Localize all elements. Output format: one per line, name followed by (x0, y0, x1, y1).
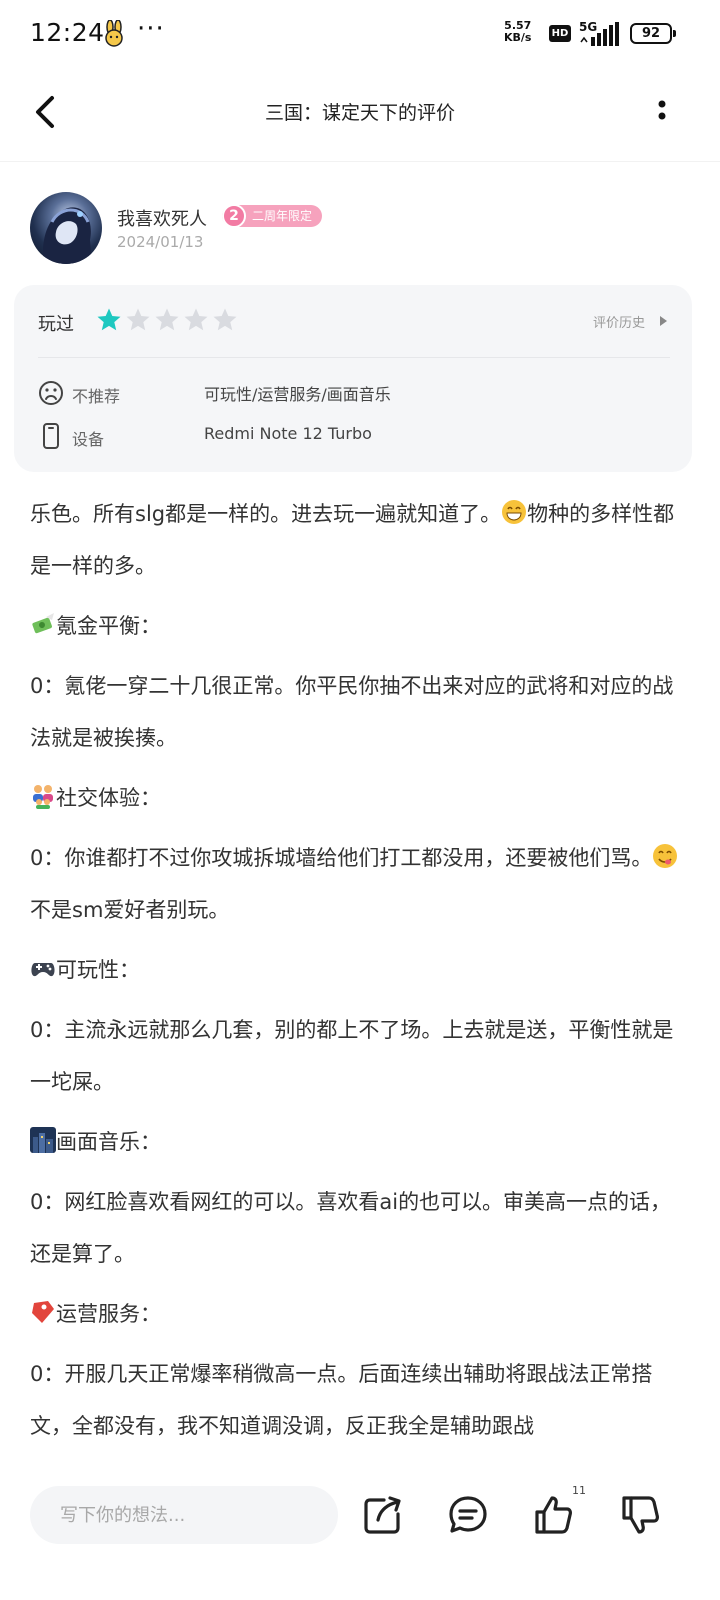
review-paragraph: 0：主流永远就那么几套，别的都上不了场。上去就是送，平衡性就是一坨屎。 (30, 1018, 674, 1094)
page-title: 三国：谋定天下的评价 (264, 102, 455, 124)
signal-icon (580, 22, 619, 46)
star-empty-icon (184, 308, 208, 331)
star-empty-icon (126, 308, 150, 331)
review-text: 乐色。所有slg都是一样的。进去玩一遍就知道了。 物种的多样性都是一样的多。 氪金… (30, 488, 690, 1460)
more-vertical-icon[interactable] (648, 92, 676, 132)
bottom-action-bar: 11 (0, 1462, 720, 1600)
yum-emoji-icon (653, 844, 678, 868)
like-count: 11 (572, 1484, 586, 1497)
review-paragraph: 0：你谁都打不过你攻城拆城墙给他们打工都没用，还要被他们骂。不是sm爱好者别玩。 (30, 832, 690, 936)
author-name[interactable]: 我喜欢死人 (117, 205, 207, 231)
badge-text: 二周年限定 (252, 209, 313, 223)
post-date: 2024/01/13 (117, 233, 204, 251)
sad-face-icon (39, 381, 63, 405)
bunny-notification-icon (105, 20, 123, 47)
avatar-image (43, 207, 92, 264)
comment-icon[interactable] (447, 1494, 489, 1536)
comment-input[interactable] (30, 1486, 338, 1544)
network-speed: 5.57 KB/s (504, 19, 532, 44)
money-wings-emoji-icon (32, 613, 54, 634)
section-heading: 运营服务： (30, 1288, 690, 1340)
rating-card: 玩过 评价历史 不推荐 可玩性/运营服务/画面音乐 设备 Redmi Note … (14, 285, 692, 472)
review-paragraph: 0：网红脸喜欢看网红的可以。喜欢看ai的也可以。审美高一点的话，还是算了。 (30, 1190, 672, 1266)
star-rating (96, 307, 238, 337)
battery-level: 92 (641, 26, 661, 41)
thumbs-down-icon[interactable] (620, 1494, 662, 1536)
family-emoji-icon (33, 785, 53, 809)
review-paragraph: 乐色。所有slg都是一样的。进去玩一遍就知道了。 物种的多样性都是一样的多。 (30, 488, 690, 592)
star-empty-icon (213, 308, 237, 331)
not-recommend-value: 可玩性/运营服务/画面音乐 (204, 385, 391, 404)
badge-number: 2 (222, 204, 246, 228)
played-label: 玩过 (38, 314, 74, 335)
bookmark-emoji-icon (32, 1301, 54, 1323)
section-heading: 画面音乐： (30, 1116, 690, 1168)
grinning-emoji-icon (502, 500, 527, 524)
hd-badge: HD (549, 25, 571, 42)
avatar[interactable] (30, 192, 102, 264)
star-empty-icon (155, 308, 179, 331)
gamepad-emoji-icon (31, 963, 55, 977)
more-notifications-icon: ··· (137, 14, 165, 44)
star-filled-icon (97, 308, 121, 331)
anniversary-badge: 2 二周年限定 (222, 204, 323, 228)
section-heading: 社交体验： (30, 772, 690, 824)
battery-icon: 92 (630, 23, 676, 44)
share-icon[interactable] (362, 1494, 404, 1536)
chevron-right-icon[interactable] (658, 315, 668, 327)
card-divider (38, 357, 670, 358)
device-label: 设备 (72, 430, 105, 449)
status-time: 12:24 (30, 18, 105, 47)
status-bar: 12:24 ··· 5.57 KB/s HD 5G 92 (0, 0, 720, 66)
review-paragraph: 0：开服几天正常爆率稍微高一点。后面连续出辅助将跟战法正常搭文，全都没有，我不知… (30, 1362, 653, 1438)
thumbs-up-icon[interactable] (533, 1494, 575, 1536)
not-recommend-label: 不推荐 (72, 387, 121, 406)
phone-icon (43, 423, 59, 449)
section-heading: 可玩性： (30, 944, 690, 996)
review-paragraph: 0：氪佬一穿二十几很正常。你平民你抽不出来对应的武将和对应的战法就是被挨揍。 (30, 674, 674, 750)
top-bar: 三国：谋定天下的评价 (0, 66, 720, 162)
device-value: Redmi Note 12 Turbo (204, 424, 372, 443)
review-history-link[interactable]: 评价历史 (593, 312, 645, 331)
night-city-emoji-icon (30, 1127, 56, 1153)
section-heading: 氪金平衡： (30, 600, 690, 652)
